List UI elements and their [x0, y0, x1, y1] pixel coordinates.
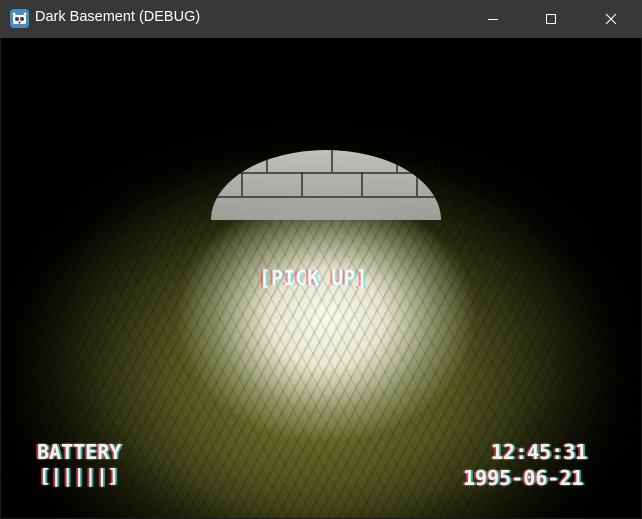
- minimize-button[interactable]: [470, 0, 516, 38]
- pick-up-prompt: [PICK UP]: [259, 266, 368, 290]
- godot-engine-icon: [10, 9, 29, 28]
- game-window: Dark Basement (DEBUG) [PICK UP] BATTERY …: [0, 0, 642, 519]
- camcorder-date: 1995-06-21: [463, 466, 584, 490]
- close-icon: [605, 13, 617, 25]
- close-button[interactable]: [588, 0, 634, 38]
- title-bar[interactable]: Dark Basement (DEBUG): [0, 0, 642, 38]
- window-title: Dark Basement (DEBUG): [35, 9, 201, 25]
- game-viewport[interactable]: [PICK UP] BATTERY [|||||] 12:45:31 1995-…: [1, 38, 641, 518]
- maximize-icon: [545, 13, 557, 25]
- maximize-button[interactable]: [528, 0, 574, 38]
- camcorder-time: 12:45:31: [491, 440, 588, 464]
- minimize-icon: [487, 13, 499, 25]
- battery-label: BATTERY: [37, 440, 122, 464]
- battery-indicator: [|||||]: [39, 465, 120, 487]
